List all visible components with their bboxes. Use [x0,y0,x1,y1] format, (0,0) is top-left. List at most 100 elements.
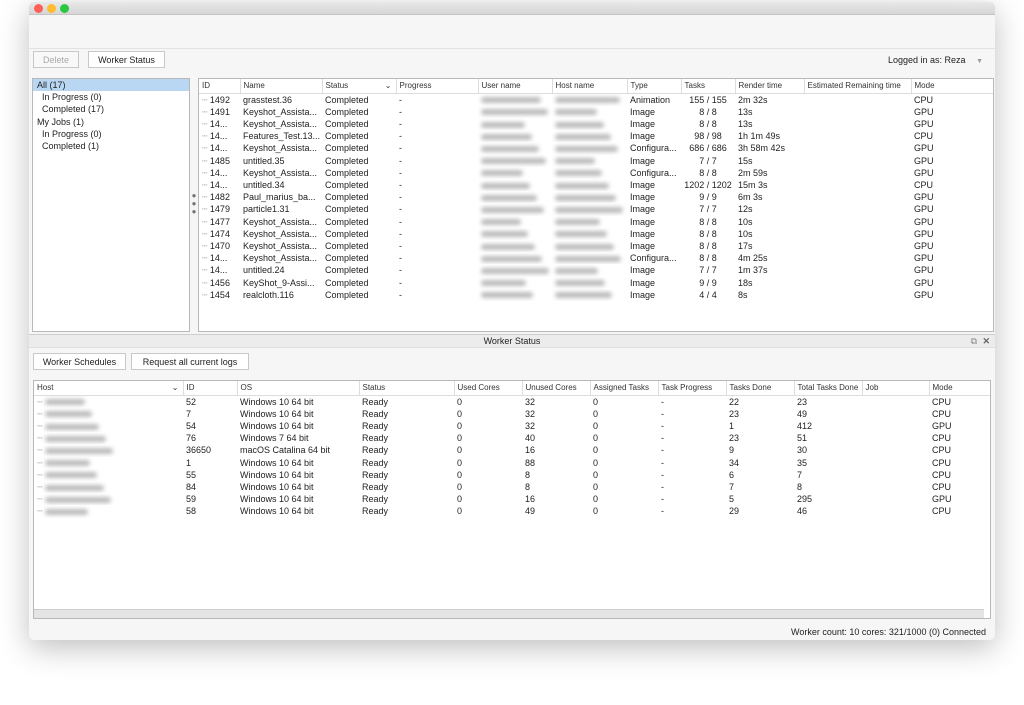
tree-line-icon: ┄ [202,131,210,142]
table-row[interactable]: ┄ 1485 untitled.35 Completed - Image 7 / 7 15s… [199,155,993,167]
column-header[interactable]: Status ⌄ [322,79,397,94]
table-cell: ┄ 1470 [199,240,240,252]
tree-item[interactable]: Completed (17) [33,103,189,115]
horizontal-scrollbar[interactable] [34,609,984,618]
column-header[interactable]: Host ⌄ [34,381,184,396]
cell-text: 155 / 155 [689,94,727,105]
table-row[interactable]: ┄ 1477 Keyshot_Assista... Completed - Image 8… [199,216,993,228]
table-row[interactable]: ┄ 54 Windows 10 64 bit Ready 0 32 0 - 1 412 GPU [34,420,990,432]
table-cell: Completed [322,118,396,130]
close-window-button[interactable] [34,4,43,13]
zoom-window-button[interactable] [60,4,69,13]
cell-text: CPU [932,445,952,456]
table-row[interactable]: ┄ 52 Windows 10 64 bit Ready 0 32 0 - 22 23 CPU [34,395,990,408]
table-row[interactable]: ┄ 59 Windows 10 64 bit Ready 0 16 0 - 5 295 GPU [34,493,990,505]
column-header[interactable]: User name [478,79,553,94]
column-header[interactable]: Type [627,79,682,94]
table-cell: GPU [911,277,993,289]
table-row[interactable]: ┄ 76 Windows 7 64 bit Ready 0 40 0 - 23 51 CPU [34,432,990,444]
column-header[interactable]: ID [199,79,241,94]
column-header[interactable]: Render time [735,79,805,94]
cell-text: Ready [362,469,389,480]
table-row[interactable]: ┄ 14... Keyshot_Assista... Completed - Confi… [199,142,993,154]
table-row[interactable]: ┄ 58 Windows 10 64 bit Ready 0 49 0 - 29 46 CPU [34,505,990,517]
worker-schedules-button[interactable]: Worker Schedules [33,353,126,370]
tree-item[interactable]: In Progress (0) [33,91,189,103]
column-header[interactable]: Tasks Done [726,381,795,396]
column-header[interactable]: Status [359,381,455,396]
column-header[interactable]: Tasks [681,79,736,94]
user-menu[interactable]: Logged in as: Reza ▼ [888,55,983,65]
column-header[interactable]: Assigned Tasks [590,381,659,396]
table-row[interactable]: ┄ 14... Features_Test.13... Completed - Imag… [199,130,993,142]
splitter-handle-icon[interactable]: ● ● ● [191,192,197,216]
cell-text: 7 / 7 [699,204,717,215]
table-row[interactable]: ┄ 1470 Keyshot_Assista... Completed - Image 8… [199,240,993,252]
table-cell: ┄ 1479 [199,203,240,215]
table-row[interactable]: ┄ 1 Windows 10 64 bit Ready 0 88 0 - 34 35 CPU [34,457,990,469]
table-row[interactable]: ┄ 14... untitled.24 Completed - Image 7 / 7 1m… [199,264,993,276]
cell-text: 0 [593,481,599,492]
column-header-label: Render time [738,81,783,91]
column-header[interactable]: Name [240,79,323,94]
column-header[interactable]: Mode [911,79,993,94]
table-row[interactable]: ┄ 84 Windows 10 64 bit Ready 0 8 0 - 7 8 CPU [34,481,990,493]
cell-text: - [661,457,664,468]
table-row[interactable]: ┄ 14... Keyshot_Assista... Completed - Image… [199,118,993,130]
table-row[interactable]: ┄ 1491 Keyshot_Assista... Completed - Image 8… [199,106,993,118]
table-cell [552,142,627,154]
tree-item[interactable]: My Jobs (1) [33,116,189,128]
table-row[interactable]: ┄ 1479 particle1.31 Completed - Image 7 / 7 12… [199,203,993,215]
worker-status-button[interactable]: Worker Status [88,51,165,68]
cell-text: Configura... [630,167,677,178]
tree-item[interactable]: In Progress (0) [33,128,189,140]
cell-text: 0 [593,433,599,444]
cell-text: 0 [457,408,463,419]
cell-text: 8 / 8 [699,106,717,117]
delete-button[interactable]: Delete [33,51,79,68]
table-row[interactable]: ┄ 36650 macOS Catalina 64 bit Ready 0 16 0 - 9 3… [34,444,990,456]
table-cell: 12s [735,203,804,215]
cell-text: 51 [797,433,808,444]
table-row[interactable]: ┄ 1454 realcloth.116 Completed - Image 4 / 48… [199,289,993,301]
table-cell: ┄ 1491 [199,106,240,118]
request-logs-button[interactable]: Request all current logs [131,353,249,370]
column-header-label: Estimated Remaining time [807,81,901,91]
tree-item[interactable]: Completed (1) [33,140,189,152]
cell-text: CPU [932,396,952,407]
undock-icon[interactable]: ⧉ [971,335,977,348]
column-header[interactable]: Host name [552,79,628,94]
close-icon[interactable]: ✕ [982,335,990,348]
table-row[interactable]: ┄ 14... Keyshot_Assista... Completed - Confi… [199,252,993,264]
column-header[interactable]: Progress [396,79,479,94]
column-header[interactable]: Used Cores [454,381,523,396]
column-header[interactable]: OS [237,381,360,396]
table-row[interactable]: ┄ 55 Windows 10 64 bit Ready 0 8 0 - 6 7 CPU [34,469,990,481]
column-header[interactable]: Estimated Remaining time [804,79,912,94]
tree-line-icon: ┄ [37,408,45,419]
table-cell: 4m 25s [735,252,804,264]
table-cell: - [658,420,726,432]
cell-text: 98 / 98 [694,131,722,142]
cell-text: 0 [593,396,599,407]
cell-text: 8s [738,289,748,300]
column-header[interactable]: ID [183,381,238,396]
cell-text: CPU [932,457,952,468]
column-header[interactable]: Job [862,381,930,396]
redacted-text [555,255,621,262]
table-row[interactable]: ┄ 1474 Keyshot_Assista... Completed - Image 8… [199,228,993,240]
table-row[interactable]: ┄ 7 Windows 10 64 bit Ready 0 32 0 - 23 49 CPU [34,408,990,420]
tree-item[interactable]: All (17) [33,79,189,92]
table-row[interactable]: ┄ 1482 Paul_marius_ba... Completed - Image 9 … [199,191,993,203]
table-row[interactable]: ┄ 1456 KeyShot_9-Assi... Completed - Image 9 … [199,277,993,289]
table-row[interactable]: ┄ 14... untitled.34 Completed - Image 1202 / … [199,179,993,191]
minimize-window-button[interactable] [47,4,56,13]
table-cell: 29 [726,505,794,517]
redacted-text [555,219,600,226]
column-header[interactable]: Unused Cores [522,381,591,396]
column-header[interactable]: Total Tasks Done [794,381,863,396]
table-row[interactable]: ┄ 14... Keyshot_Assista... Completed - Confi… [199,167,993,179]
table-row[interactable]: ┄ 1492 grasstest.36 Completed - Animation 155… [199,93,993,106]
column-header[interactable]: Task Progress [658,381,727,396]
column-header[interactable]: Mode [929,381,990,396]
